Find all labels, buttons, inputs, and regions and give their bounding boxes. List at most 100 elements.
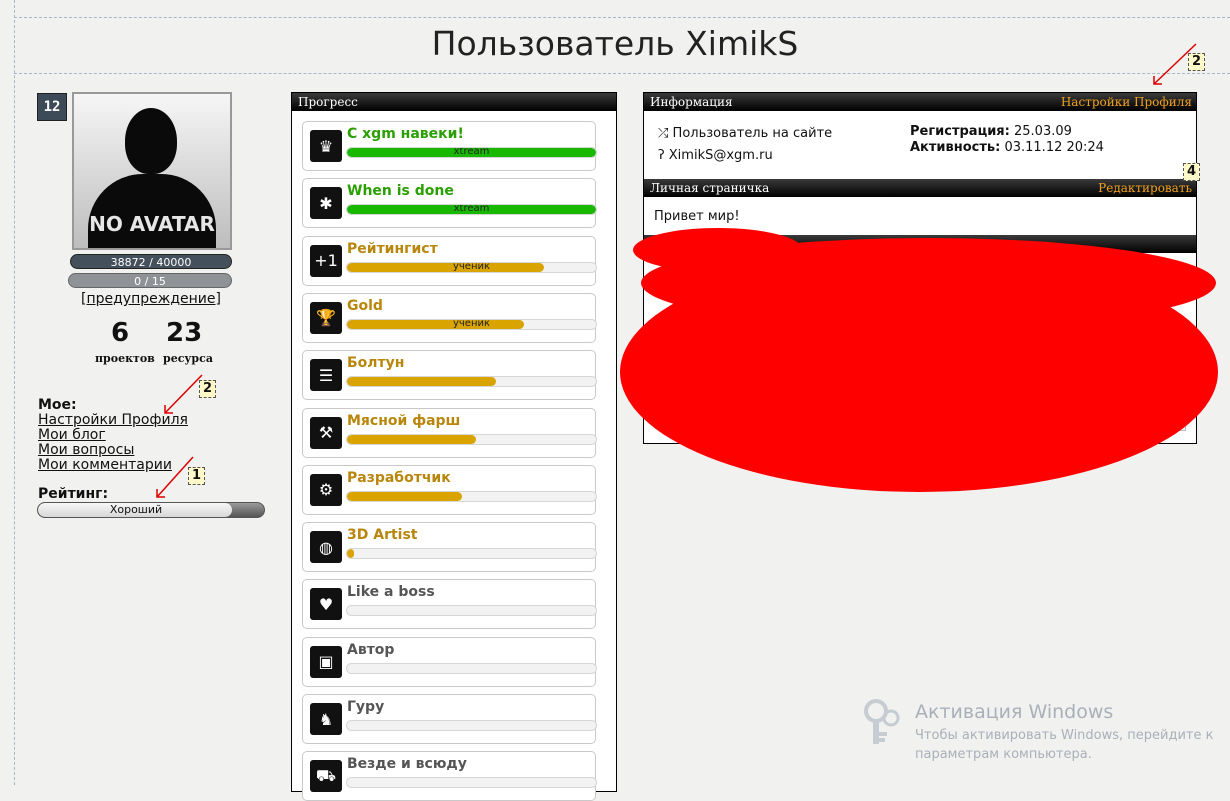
activity-label: Активность:	[910, 140, 1001, 155]
achievement-card[interactable]: ⚒ Мясной фарш	[302, 407, 597, 458]
bug-icon: ✱	[310, 187, 342, 220]
activity-row: Активность: 03.11.12 20:24	[910, 140, 1104, 155]
arrow-to-profile-settings	[164, 374, 203, 414]
achievement-progress-bar	[346, 662, 597, 674]
link-my-comments[interactable]: Мои комментарии	[38, 457, 172, 473]
achievement-level-label: xtream	[453, 204, 490, 215]
projects-label: проектов	[95, 352, 155, 365]
achievement-title: С xgm навеки!	[347, 126, 464, 142]
achievement-card[interactable]: 🏆 Gold ученик	[302, 292, 597, 343]
achievement-card[interactable]: ☰ Болтун	[302, 350, 597, 401]
link-my-questions[interactable]: Мои вопросы	[38, 442, 134, 458]
frame-top-border	[14, 17, 1230, 18]
question-icon: ʔ	[658, 148, 665, 163]
rating-value: Хороший	[109, 503, 163, 516]
progress-panel: Прогресс ♛ С xgm навеки! xtream ✱ When is do…	[291, 92, 617, 801]
wings-icon: ♥	[310, 588, 342, 621]
screen-icon: ▣	[310, 645, 342, 678]
achievement-progress-fill	[347, 491, 462, 501]
online-status: ⤮ Пользователь на сайте	[658, 126, 832, 141]
experience-bar: 38872 / 40000	[70, 254, 232, 269]
achievement-card[interactable]: ⛟ Везде и всюду	[302, 751, 597, 801]
avatar-head-silhouette	[125, 108, 177, 174]
personal-text: Привет мир!	[654, 209, 740, 224]
info-header: Информация Настройки Профиля	[644, 93, 1196, 111]
achievement-title: Гуру	[347, 699, 385, 715]
gear-icon: ⚙	[310, 473, 342, 506]
redaction-blob	[620, 252, 1218, 492]
personal-header-title: Личная страничка	[650, 181, 770, 195]
info-header-title: Информация	[650, 95, 733, 109]
achievement-title: Везде и всюду	[347, 756, 467, 773]
arrow-head	[156, 489, 165, 498]
achievement-progress-fill	[347, 377, 497, 387]
registration-value: 25.03.09	[1014, 124, 1072, 139]
achievement-level-label: ученик	[452, 318, 491, 329]
achievement-progress-bar: ученик	[346, 261, 597, 273]
achievement-progress-bar: ученик	[346, 318, 597, 330]
achievement-title: Автор	[347, 641, 395, 658]
avatar: NO AVATAR	[72, 92, 232, 250]
achievement-progress-bar	[346, 376, 597, 388]
windows-activation-line2: параметрам компьютера.	[915, 747, 1092, 762]
achievement-progress-bar: xtream	[346, 147, 597, 158]
achievement-card[interactable]: +1 Рейтингист ученик	[302, 235, 597, 286]
achievement-card[interactable]: ◍ 3D Artist	[302, 522, 597, 573]
level-badge: 12	[37, 93, 67, 121]
key-icon	[864, 699, 900, 744]
achievement-card[interactable]: ♞ Гуру	[302, 694, 597, 744]
edit-page-link[interactable]: Редактировать	[1098, 179, 1192, 197]
frame-left-border	[14, 0, 15, 785]
avatar-placeholder-text: NO AVATAR	[89, 212, 215, 236]
achievement-title: Like a boss	[347, 584, 435, 601]
shuffle-icon: ⤮	[658, 126, 669, 141]
achievement-title: Разработчик	[347, 469, 451, 486]
title-divider	[14, 73, 1230, 74]
windows-activation-line1: Чтобы активировать Windows, перейдите к	[915, 728, 1214, 743]
warning-link[interactable]: [предупреждение]	[81, 291, 221, 307]
achievement-card[interactable]: ♥ Like a boss	[302, 579, 597, 630]
rating-title: Рейтинг:	[38, 486, 109, 502]
trophy-icon: 🏆	[310, 301, 342, 334]
link-profile-settings[interactable]: Настройки Профиля	[38, 412, 188, 428]
resources-count: 23	[166, 318, 203, 348]
achievement-progress-bar	[346, 490, 597, 502]
achievement-card[interactable]: ♛ С xgm навеки! xtream	[302, 121, 597, 171]
rating-bar: Хороший	[37, 502, 265, 518]
marker-4: 4	[1183, 163, 1201, 181]
marker-2-right: 2	[1188, 53, 1206, 71]
page-title: Пользователь XimikS	[431, 24, 799, 63]
achievement-progress-bar	[346, 720, 597, 731]
achievement-progress-bar	[346, 548, 597, 560]
achievement-title: When is done	[347, 183, 454, 200]
achievement-card[interactable]: ⚙ Разработчик	[302, 464, 597, 515]
profile-settings-link[interactable]: Настройки Профиля	[1061, 93, 1192, 111]
progress-header: Прогресс	[292, 93, 616, 111]
achievement-progress-fill	[347, 549, 355, 559]
achievement-level-label: ученик	[452, 261, 491, 272]
email-text[interactable]: XimikS@xgm.ru	[669, 148, 773, 163]
link-my-blog[interactable]: Мои блог	[38, 427, 106, 443]
resources-label: ресурса	[163, 352, 213, 365]
mine-section-title: Мое:	[38, 397, 77, 413]
chat-icon: ☰	[310, 359, 342, 392]
achievement-title: Болтун	[347, 355, 405, 372]
registration-row: Регистрация: 25.03.09	[910, 124, 1072, 139]
email-row: ʔ XimikS@xgm.ru	[658, 148, 773, 163]
marker-1: 1	[188, 467, 206, 485]
achievement-title: Мясной фарш	[347, 412, 461, 429]
crown-icon: ♛	[310, 130, 342, 162]
wizard-icon: ♞	[310, 703, 342, 735]
achievement-progress-bar	[346, 777, 597, 789]
windows-activation-text: Чтобы активировать Windows, перейдите к …	[915, 726, 1225, 764]
achievement-card[interactable]: ✱ When is done xtream	[302, 178, 597, 229]
achievement-card[interactable]: ▣ Автор	[302, 636, 597, 687]
achievement-title: 3D Artist	[347, 527, 418, 544]
achievement-progress-bar	[346, 433, 597, 445]
registration-label: Регистрация:	[910, 124, 1010, 139]
achievement-level-label: xtream	[453, 147, 490, 157]
globe-icon: ◍	[310, 531, 342, 564]
projects-count: 6	[111, 318, 130, 348]
online-status-text: Пользователь на сайте	[672, 126, 833, 141]
achievement-title: Gold	[347, 297, 383, 314]
